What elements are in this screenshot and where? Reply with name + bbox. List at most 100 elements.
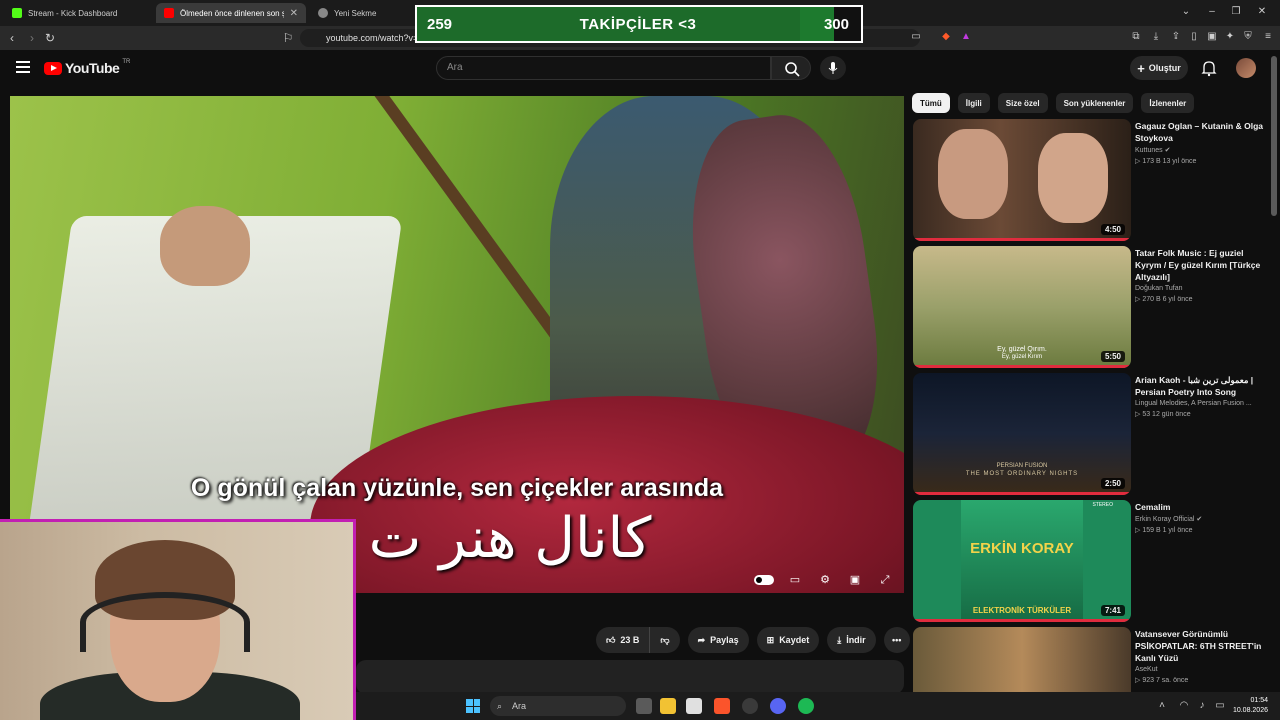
video-title[interactable]: Gagauz Oglan – Kutanin & Olga Stoykova	[1135, 120, 1263, 144]
vpn-icon[interactable]: ⛨	[1242, 31, 1254, 43]
battery-icon[interactable]: ▭	[1214, 700, 1226, 712]
download-button[interactable]: ⤓ İndir	[827, 627, 876, 653]
video-thumbnail[interactable]: PERSIAN FUSION THE MOST ORDINARY NIGHTS …	[913, 373, 1131, 495]
back-icon[interactable]: ‹	[4, 30, 20, 46]
more-actions-button[interactable]: •••	[883, 627, 910, 653]
save-button[interactable]: ⊞ Kaydet	[756, 627, 820, 653]
page-scrollbar[interactable]	[1271, 56, 1277, 216]
task-view-icon[interactable]	[636, 698, 652, 714]
subtitles-icon[interactable]: ▭	[786, 573, 804, 587]
thumbnail-caption: Ey, güzel Qırım.	[997, 346, 1047, 353]
search-input[interactable]: Ara	[436, 56, 771, 80]
description-box[interactable]	[356, 660, 904, 694]
volume-icon[interactable]: ♪	[1196, 700, 1208, 712]
video-title[interactable]: Tatar Folk Music : Ej guziel Kyrym / Ey …	[1135, 247, 1263, 283]
channel-name[interactable]: Lingual Melodies, A Persian Fusion ...	[1135, 400, 1263, 407]
share-button[interactable]: ➦ Paylaş	[687, 627, 749, 653]
chip-watched[interactable]: İzlenenler	[1141, 93, 1195, 113]
tab-youtube-video[interactable]: Ölmeden önce dinlenen son ş ✕	[156, 3, 306, 23]
sidebar-icon[interactable]: ▯	[1188, 31, 1200, 43]
reload-icon[interactable]: ↻	[42, 30, 58, 46]
windows-start-icon[interactable]	[466, 699, 480, 713]
url-text: youtube.com/watch?v=	[326, 33, 419, 43]
video-thumbnail[interactable]: Ey, güzel Qırım. Ey, güzel Kırım 5:50	[913, 246, 1131, 368]
settings-gear-icon[interactable]: ⚙	[816, 573, 834, 587]
wallet-icon[interactable]: ▣	[1206, 31, 1218, 43]
chip-for-you[interactable]: Size özel	[997, 93, 1048, 113]
brave-browser-icon[interactable]	[714, 698, 730, 714]
dislike-button[interactable]: 👎︎	[650, 627, 680, 653]
youtube-logo[interactable]: YouTube TR	[44, 59, 130, 76]
channel-name[interactable]: Doğukan Tufan	[1135, 285, 1263, 292]
discord-icon[interactable]	[770, 698, 786, 714]
forward-icon[interactable]: ›	[24, 30, 40, 46]
like-button[interactable]: 👍︎ 23 B	[596, 627, 651, 653]
watch-progress-bar	[913, 238, 1131, 241]
video-title[interactable]: Cemalim	[1135, 501, 1263, 513]
chip-recently-uploaded[interactable]: Son yüklenenler	[1055, 93, 1134, 113]
clock-date: 10.08.2026	[1232, 707, 1268, 714]
channel-name[interactable]: Kuttunes ✔	[1135, 146, 1263, 154]
obs-icon[interactable]	[742, 698, 758, 714]
thumbs-down-icon: 👎︎	[660, 634, 670, 645]
close-window-icon[interactable]: ✕	[1256, 6, 1268, 18]
video-duration: 5:50	[1100, 351, 1125, 362]
recommendation-item[interactable]: Vatansever Görünümlü PSİKOPATLAR: 6TH ST…	[913, 627, 1263, 692]
minimize-icon[interactable]: –	[1206, 6, 1218, 18]
follower-goal-title: TAKİPÇİLER <3	[579, 15, 697, 33]
follower-current-count: 259	[427, 15, 453, 33]
cast-icon[interactable]: ▭	[910, 31, 922, 43]
taskbar-search-input[interactable]: ⌕ Ara	[490, 696, 626, 716]
recommendation-item[interactable]: PERSIAN FUSION THE MOST ORDINARY NIGHTS …	[913, 373, 1263, 495]
recommendation-item[interactable]: STEREO ERKİN KORAY ELEKTRONİK TÜRKÜLER 7…	[913, 500, 1263, 622]
maximize-icon[interactable]: ❐	[1230, 6, 1242, 18]
channel-name[interactable]: Erkin Koray Official ✔	[1135, 515, 1263, 523]
brave-shield-icon[interactable]: ◆	[940, 31, 952, 43]
recommendation-item[interactable]: Ey, güzel Qırım. Ey, güzel Kırım 5:50 Ta…	[913, 246, 1263, 368]
video-meta: Vatansever Görünümlü PSİKOPATLAR: 6TH ST…	[1135, 628, 1263, 684]
file-explorer-icon[interactable]	[660, 698, 676, 714]
taskbar-clock[interactable]: 01:54 10.08.2026	[1233, 696, 1268, 716]
share-icon[interactable]: ⇪	[1170, 31, 1182, 43]
fullscreen-icon[interactable]: ⤢	[876, 573, 894, 587]
video-duration: 2:50	[1100, 478, 1125, 489]
tray-chevron-icon[interactable]: ˄	[1156, 700, 1168, 712]
autoplay-toggle[interactable]	[754, 575, 774, 585]
bookmark-icon[interactable]: ⚐	[280, 30, 296, 46]
video-title[interactable]: Arian Kaoh - معمولی ترین شبا | Persian P…	[1135, 374, 1263, 398]
save-playlist-icon: ⊞	[766, 634, 775, 645]
search-button[interactable]	[771, 56, 811, 80]
tab-new-tab[interactable]: Yeni Sekme	[310, 3, 410, 23]
calculator-icon[interactable]	[686, 698, 702, 714]
voice-search-button[interactable]	[820, 56, 846, 80]
chip-related[interactable]: İlgili	[957, 93, 990, 113]
video-thumbnail[interactable]	[913, 627, 1131, 692]
video-thumbnail[interactable]: 4:50	[913, 119, 1131, 241]
brave-rewards-icon[interactable]: ▲	[960, 31, 972, 43]
recommendation-item[interactable]: 4:50 Gagauz Oglan – Kutanin & Olga Stoyk…	[913, 119, 1263, 241]
download-icon[interactable]: ⤓	[1150, 31, 1162, 43]
video-title[interactable]: Vatansever Görünümlü PSİKOPATLAR: 6TH ST…	[1135, 628, 1263, 664]
chip-all[interactable]: Tümü	[912, 93, 950, 113]
video-duration: 4:50	[1100, 224, 1125, 235]
video-thumbnail[interactable]: STEREO ERKİN KORAY ELEKTRONİK TÜRKÜLER 7…	[913, 500, 1131, 622]
taskbar-search-placeholder: Ara	[512, 701, 527, 711]
notifications-bell-icon[interactable]	[1200, 59, 1218, 77]
user-avatar[interactable]	[1236, 58, 1256, 78]
search-icon	[785, 62, 800, 77]
tab-kick-dashboard[interactable]: Stream - Kick Dashboard	[4, 3, 156, 23]
leo-icon[interactable]: ✦	[1224, 31, 1236, 43]
spotify-icon[interactable]	[798, 698, 814, 714]
hamburger-menu-icon[interactable]	[16, 61, 30, 73]
video-action-bar: 👍︎ 23 B 👎︎ ➦ Paylaş ⊞ Kaydet ⤓ İndir •••	[596, 627, 910, 653]
webcam-overlay	[0, 519, 356, 720]
theater-mode-icon[interactable]: ▣	[846, 573, 864, 587]
chevron-down-icon[interactable]: ⌄	[1180, 6, 1192, 18]
menu-icon[interactable]: ≡	[1262, 31, 1274, 43]
channel-name[interactable]: AseKut	[1135, 666, 1263, 673]
create-button[interactable]: + Oluştur	[1130, 56, 1188, 80]
extensions-icon[interactable]: ⧉	[1130, 31, 1142, 43]
tab-label: Stream - Kick Dashboard	[28, 8, 118, 18]
close-icon[interactable]: ✕	[290, 8, 298, 19]
wifi-icon[interactable]: ◠	[1178, 700, 1190, 712]
